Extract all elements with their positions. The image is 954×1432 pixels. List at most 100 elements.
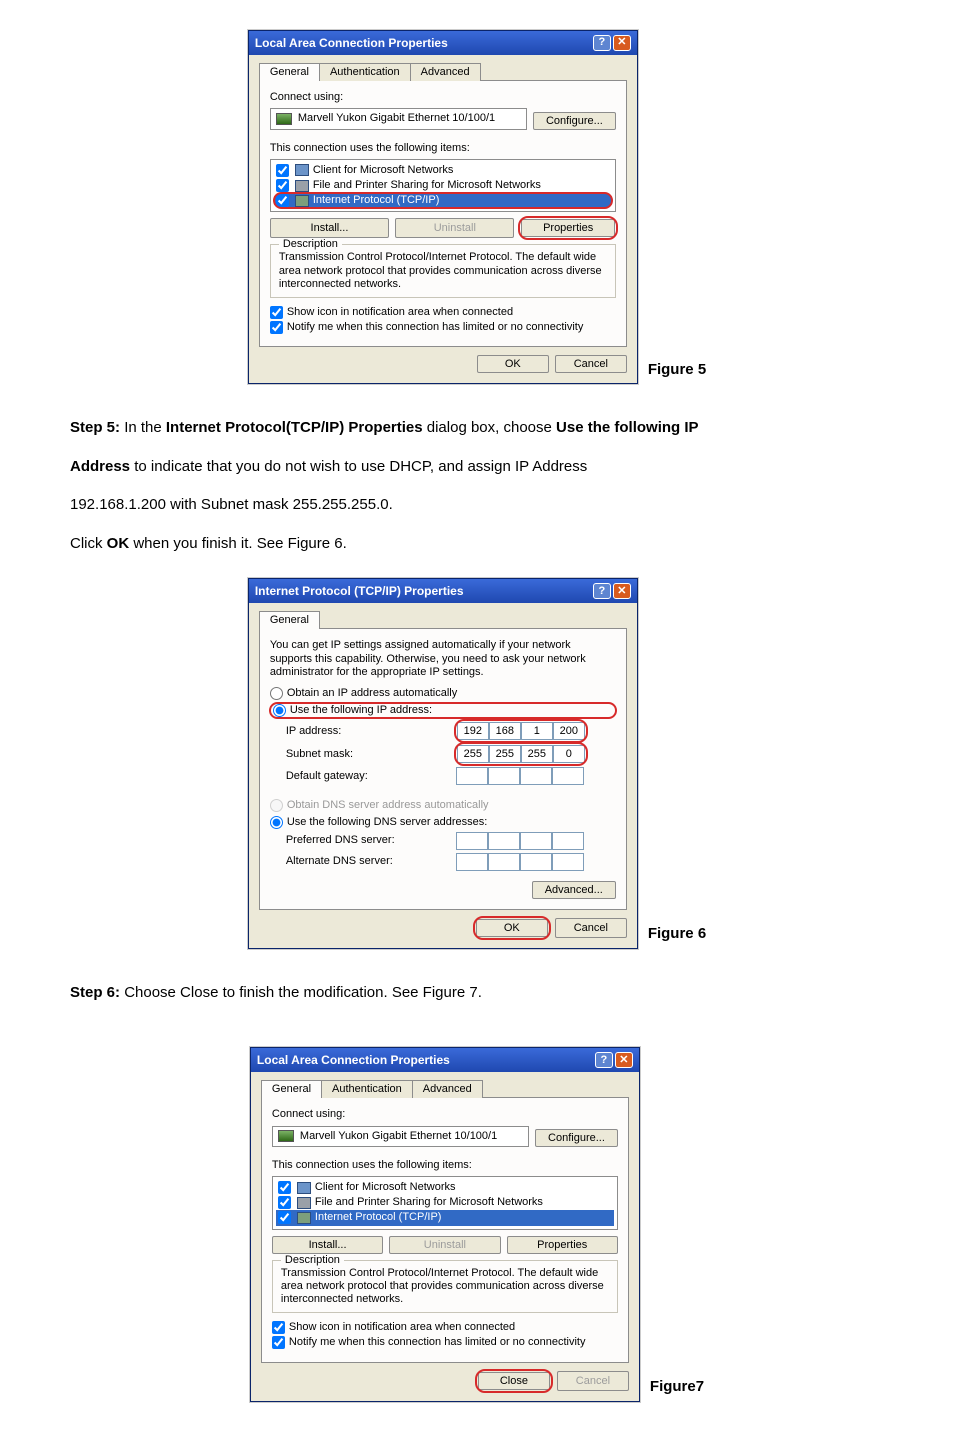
gateway-label: Default gateway: — [286, 770, 456, 783]
advanced-button[interactable]: Advanced... — [532, 881, 616, 899]
uninstall-button: Uninstall — [395, 218, 514, 238]
mask-octet-2[interactable]: 255 — [489, 745, 521, 763]
item-checkbox[interactable] — [276, 194, 289, 207]
help-icon[interactable]: ? — [593, 583, 611, 599]
pref-dns-octet[interactable] — [552, 832, 584, 850]
obtain-ip-auto-radio[interactable] — [270, 687, 283, 700]
list-item-label: Internet Protocol (TCP/IP) — [313, 194, 440, 207]
list-item-tcpip[interactable]: Internet Protocol (TCP/IP) — [274, 193, 612, 208]
gateway-octet[interactable] — [552, 767, 584, 785]
alt-dns-octet[interactable] — [552, 853, 584, 871]
help-icon[interactable]: ? — [593, 35, 611, 51]
step-5: Step 5: In the Internet Protocol(TCP/IP)… — [70, 414, 884, 558]
install-button[interactable]: Install... — [272, 1236, 383, 1254]
alt-dns-octet[interactable] — [520, 853, 552, 871]
close-icon[interactable]: ✕ — [613, 583, 631, 599]
notify-checkbox[interactable] — [270, 321, 283, 334]
close-icon[interactable]: ✕ — [613, 35, 631, 51]
list-item[interactable]: Client for Microsoft Networks — [274, 163, 612, 178]
cancel-button[interactable]: Cancel — [555, 918, 627, 938]
list-item-label: Client for Microsoft Networks — [315, 1181, 456, 1194]
list-item[interactable]: File and Printer Sharing for Microsoft N… — [274, 178, 612, 193]
item-checkbox[interactable] — [278, 1181, 291, 1194]
show-icon-checkbox[interactable] — [272, 1321, 285, 1334]
install-button[interactable]: Install... — [270, 218, 389, 238]
mask-octet-1[interactable]: 255 — [457, 745, 489, 763]
help-icon[interactable]: ? — [595, 1052, 613, 1068]
ip-octet-3[interactable]: 1 — [521, 722, 553, 740]
step-6-prefix: Step 6: — [70, 984, 124, 1001]
notify-checkbox[interactable] — [272, 1336, 285, 1349]
item-checkbox[interactable] — [276, 164, 289, 177]
printer-icon — [297, 1197, 311, 1209]
configure-button[interactable]: Configure... — [533, 112, 616, 130]
obtain-dns-auto-radio — [270, 799, 283, 812]
tab-advanced[interactable]: Advanced — [412, 1080, 483, 1098]
item-checkbox[interactable] — [278, 1211, 291, 1224]
use-following-ip-radio[interactable] — [273, 704, 286, 717]
show-icon-checkbox[interactable] — [270, 306, 283, 319]
titlebar[interactable]: Internet Protocol (TCP/IP) Properties ? … — [249, 579, 637, 603]
step-5-values: 192.168.1.200 with Subnet mask 255.255.2… — [70, 491, 884, 520]
adapter-name: Marvell Yukon Gigabit Ethernet 10/100/1 — [300, 1130, 497, 1143]
subnet-label: Subnet mask: — [286, 748, 456, 761]
item-checkbox[interactable] — [276, 179, 289, 192]
pref-dns-octet[interactable] — [520, 832, 552, 850]
pref-dns-octet[interactable] — [456, 832, 488, 850]
close-icon[interactable]: ✕ — [615, 1052, 633, 1068]
list-item-label: Internet Protocol (TCP/IP) — [315, 1211, 442, 1224]
gateway-octet[interactable] — [456, 767, 488, 785]
connect-using-label: Connect using: — [272, 1108, 618, 1121]
list-item[interactable]: File and Printer Sharing for Microsoft N… — [276, 1195, 614, 1210]
tab-general[interactable]: General — [259, 611, 320, 629]
mask-octet-3[interactable]: 255 — [521, 745, 553, 763]
properties-button[interactable]: Properties — [507, 1236, 618, 1254]
show-icon-label: Show icon in notification area when conn… — [289, 1321, 515, 1334]
tab-advanced[interactable]: Advanced — [410, 63, 481, 81]
titlebar[interactable]: Local Area Connection Properties ? ✕ — [251, 1048, 639, 1072]
gateway-octet[interactable] — [488, 767, 520, 785]
pref-dns-octet[interactable] — [488, 832, 520, 850]
ip-octet-2[interactable]: 168 — [489, 722, 521, 740]
step-6: Step 6: Choose Close to finish the modif… — [70, 979, 884, 1008]
protocol-icon — [297, 1212, 311, 1224]
ip-octet-1[interactable]: 192 — [457, 722, 489, 740]
cancel-button[interactable]: Cancel — [555, 355, 627, 373]
protocol-icon — [295, 195, 309, 207]
connection-items-list[interactable]: Client for Microsoft Networks File and P… — [270, 159, 616, 213]
list-item-label: File and Printer Sharing for Microsoft N… — [315, 1196, 543, 1209]
uninstall-button: Uninstall — [389, 1236, 500, 1254]
use-following-dns-radio[interactable] — [270, 816, 283, 829]
tab-general[interactable]: General — [261, 1080, 322, 1098]
figure-7-label: Figure7 — [650, 1373, 704, 1402]
titlebar[interactable]: Local Area Connection Properties ? ✕ — [249, 31, 637, 55]
alt-dns-octet[interactable] — [456, 853, 488, 871]
obtain-dns-auto-label: Obtain DNS server address automatically — [287, 799, 489, 812]
ok-button[interactable]: OK — [477, 355, 549, 373]
gateway-octet[interactable] — [520, 767, 552, 785]
configure-button[interactable]: Configure... — [535, 1129, 618, 1147]
items-label: This connection uses the following items… — [272, 1159, 618, 1172]
close-button[interactable]: Close — [478, 1372, 550, 1390]
cancel-button: Cancel — [557, 1371, 629, 1391]
ip-octet-4[interactable]: 200 — [553, 722, 585, 740]
obtain-ip-auto-label: Obtain an IP address automatically — [287, 687, 457, 700]
alt-dns-label: Alternate DNS server: — [286, 855, 456, 868]
item-checkbox[interactable] — [278, 1196, 291, 1209]
list-item[interactable]: Client for Microsoft Networks — [276, 1180, 614, 1195]
local-area-connection-dialog-1: Local Area Connection Properties ? ✕ Gen… — [248, 30, 638, 384]
show-icon-label: Show icon in notification area when conn… — [287, 306, 513, 319]
connection-items-list[interactable]: Client for Microsoft Networks File and P… — [272, 1176, 618, 1230]
ok-button[interactable]: OK — [476, 919, 548, 937]
nic-icon — [276, 113, 292, 125]
adapter-name: Marvell Yukon Gigabit Ethernet 10/100/1 — [298, 112, 495, 125]
tab-general[interactable]: General — [259, 63, 320, 81]
list-item-tcpip[interactable]: Internet Protocol (TCP/IP) — [276, 1210, 614, 1225]
list-item-label: File and Printer Sharing for Microsoft N… — [313, 179, 541, 192]
description-group: Description Transmission Control Protoco… — [270, 244, 616, 298]
alt-dns-octet[interactable] — [488, 853, 520, 871]
tab-authentication[interactable]: Authentication — [321, 1080, 413, 1098]
tab-authentication[interactable]: Authentication — [319, 63, 411, 81]
properties-button[interactable]: Properties — [521, 219, 614, 237]
mask-octet-4[interactable]: 0 — [553, 745, 585, 763]
